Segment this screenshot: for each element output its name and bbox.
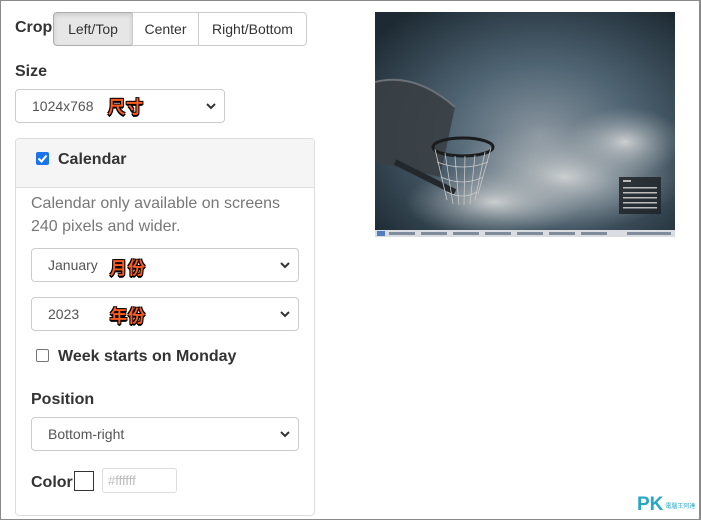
size-annotation: 尺寸: [108, 98, 144, 118]
month-annotation: 月份: [110, 259, 146, 279]
month-select[interactable]: January: [31, 248, 299, 282]
crop-label: Crop: [15, 19, 53, 36]
position-select[interactable]: Bottom-right: [31, 417, 299, 451]
week-monday-checkbox[interactable]: [36, 349, 49, 362]
crop-right-bottom-button[interactable]: Right/Bottom: [198, 12, 307, 46]
calendar-help-text: Calendar only available on screens 240 p…: [31, 195, 281, 235]
month-select-value: January: [48, 257, 98, 273]
crop-left-top-button[interactable]: Left/Top: [53, 12, 133, 46]
year-select-value: 2023: [48, 306, 80, 322]
checkmark-icon: [37, 154, 48, 163]
crop-center-button[interactable]: Center: [132, 12, 199, 46]
crop-button-group: Left/Top Center Right/Bottom: [53, 12, 307, 46]
color-label: Color: [31, 474, 73, 491]
position-label: Position: [31, 391, 95, 408]
chevron-down-icon: [206, 103, 216, 110]
pk-watermark-logo: PK 電腦王阿達: [637, 494, 696, 515]
chevron-down-icon: [280, 262, 290, 269]
calendar-checkbox[interactable]: [36, 152, 49, 165]
year-select[interactable]: 2023: [31, 297, 299, 331]
chevron-down-icon: [280, 311, 290, 318]
chevron-down-icon: [280, 431, 290, 438]
calendar-label: Calendar: [58, 151, 127, 168]
wallpaper-preview: [375, 12, 675, 237]
size-select-value: 1024x768: [32, 98, 94, 114]
week-monday-label: Week starts on Monday: [58, 348, 237, 365]
year-annotation: 年份: [110, 307, 146, 327]
basketball-hoop-image: [375, 12, 675, 237]
color-swatch[interactable]: [74, 471, 94, 491]
position-select-value: Bottom-right: [48, 426, 125, 442]
color-hex-input[interactable]: #ffffff: [102, 468, 177, 493]
size-label: Size: [15, 63, 48, 80]
